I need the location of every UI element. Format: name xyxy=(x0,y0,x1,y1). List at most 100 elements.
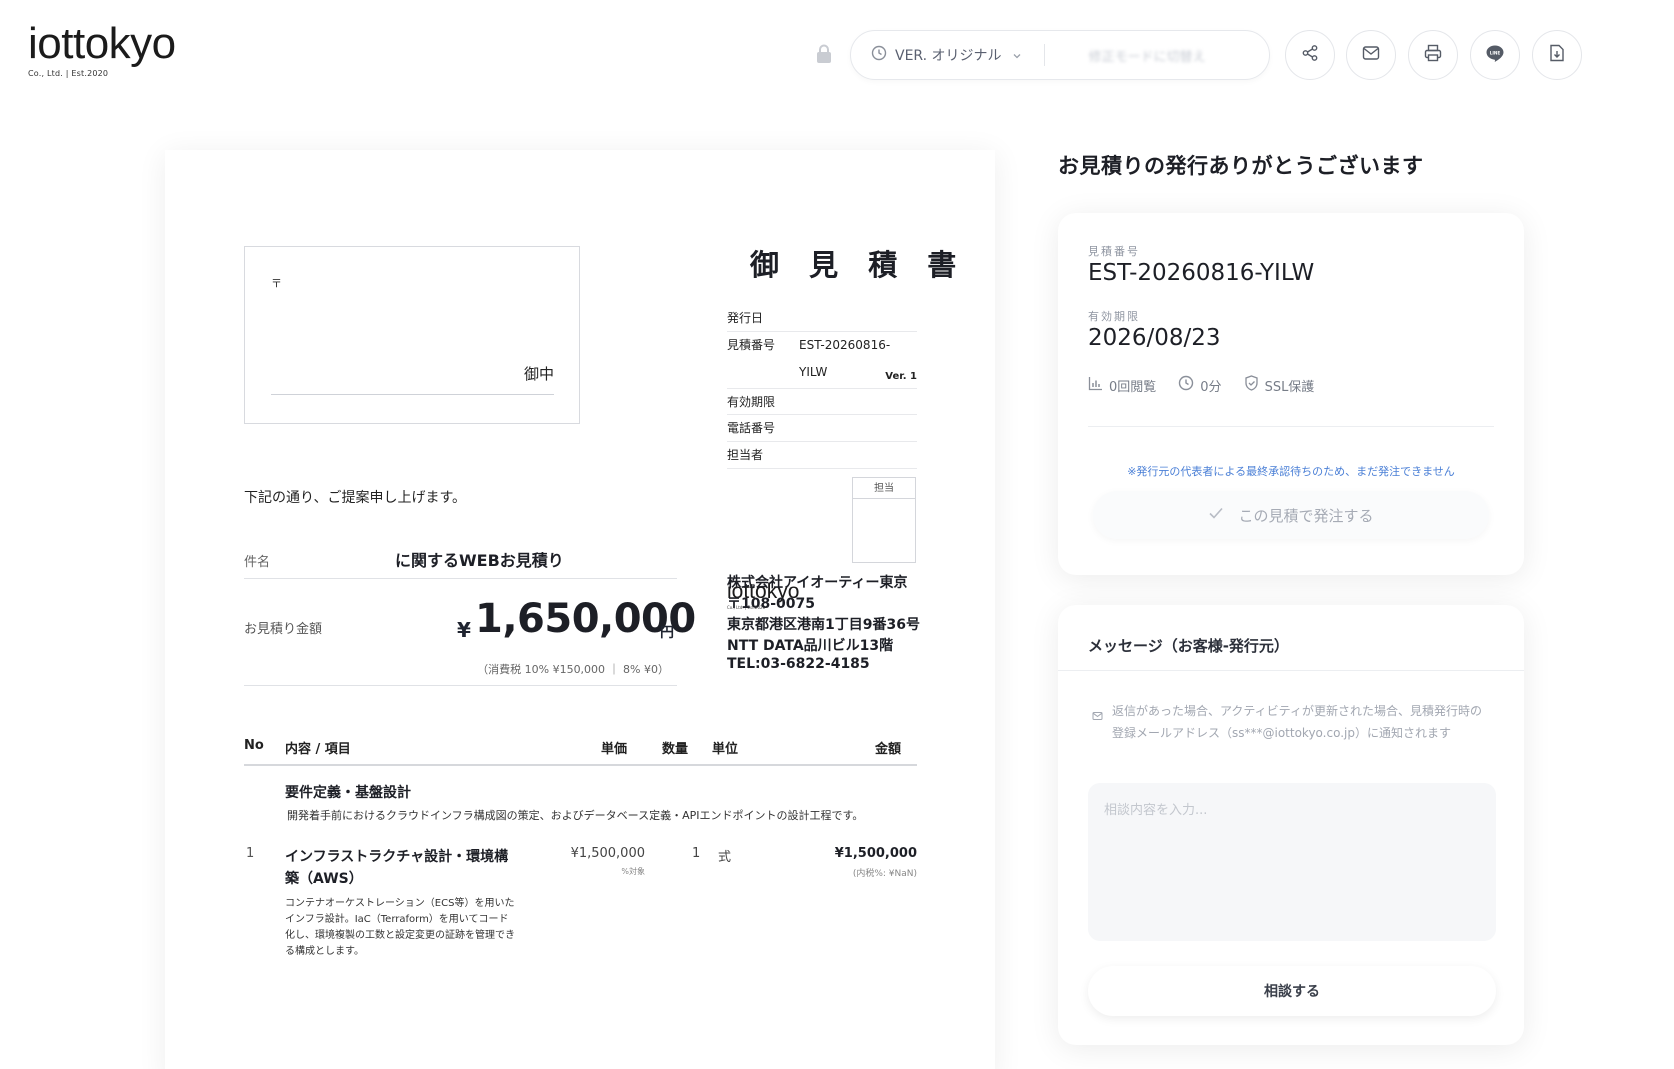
clock-icon xyxy=(871,45,887,65)
meta-person: 担当者 xyxy=(727,442,917,469)
row-number: 1 xyxy=(246,846,255,861)
summary-number-value: EST-20260816-YILW xyxy=(1088,260,1315,286)
order-button-label: この見積で発注する xyxy=(1238,506,1374,525)
row-quantity: 1 xyxy=(692,846,701,861)
line-icon: LINE xyxy=(1485,44,1505,67)
summary-divider xyxy=(1088,426,1494,427)
message-input[interactable] xyxy=(1088,783,1496,941)
th-no: No xyxy=(244,738,264,753)
company-address1: 東京都港区港南1丁目9番36号 xyxy=(727,617,920,633)
summary-valid-label: 有効期限 xyxy=(1088,310,1140,323)
recipient-honorific: 御中 xyxy=(523,365,554,383)
row-unit: 式 xyxy=(718,850,732,865)
row-unit-price: ¥1,500,000 xyxy=(570,846,645,861)
views-count: 0回閲覧 xyxy=(1109,379,1157,395)
recipient-address-box: 〒 御中 xyxy=(244,246,580,424)
subject-value: に関するWEBお見積り xyxy=(395,551,564,570)
download-icon xyxy=(1549,44,1565,66)
table-header-divider xyxy=(244,764,917,766)
postal-mark: 〒 xyxy=(271,277,282,290)
version-label: VER. オリジナル xyxy=(895,48,1002,64)
summary-number-label: 見積番号 xyxy=(1088,245,1140,258)
print-icon xyxy=(1424,44,1442,66)
row-price-tax-note: %対象 xyxy=(621,867,645,876)
time-value: 0分 xyxy=(1200,379,1222,395)
consult-button[interactable]: 相談する xyxy=(1088,966,1496,1016)
document-title: 御 見 積 書 xyxy=(750,248,967,282)
company-address2: NTT DATA品川ビル13階 xyxy=(727,638,894,654)
row-amount: ¥1,500,000 xyxy=(834,846,917,861)
meta-valid-label: 有効期限 xyxy=(727,395,776,409)
time-stat: 0分 xyxy=(1178,375,1222,395)
approval-stamp-box: 担当 xyxy=(852,477,916,563)
company-postal: 〒108-0075 xyxy=(727,596,815,612)
line-share-button[interactable]: LINE xyxy=(1470,30,1520,80)
th-total: 金額 xyxy=(875,742,902,757)
message-title: メッセージ（お客様-発行元） xyxy=(1088,637,1289,655)
message-card: メッセージ（お客様-発行元） 返信があった場合、アクティビティが更新された場合、… xyxy=(1058,605,1524,1045)
share-button[interactable] xyxy=(1285,30,1335,80)
meta-issue-date-label: 発行日 xyxy=(727,311,764,325)
summary-valid-value: 2026/08/23 xyxy=(1088,325,1221,351)
pill-divider xyxy=(1043,44,1045,66)
meta-version: Ver. 1 xyxy=(885,371,917,382)
summary-stats: 0回閲覧 0分 SSL保護 xyxy=(1088,375,1336,395)
estimate-summary-card: 見積番号 EST-20260816-YILW 有効期限 2026/08/23 0… xyxy=(1058,213,1524,575)
notification-info: 返信があった場合、アクティビティが更新された場合、見積発行時の登録メールアドレス… xyxy=(1112,704,1482,740)
meta-person-label: 担当者 xyxy=(727,448,764,462)
row-amount-tax-note: (内税%: ¥NaN) xyxy=(852,869,917,879)
edit-mode-toggle[interactable]: 修正モードに切替え xyxy=(1089,46,1206,65)
logo-text: iottokyo xyxy=(28,19,176,68)
mail-button[interactable] xyxy=(1346,30,1396,80)
brand-logo: iottokyo Co., Ltd. | Est.2020 xyxy=(28,19,176,79)
row-item-name: インフラストラクチャ設計・環境構築（AWS） xyxy=(285,849,509,887)
lock-icon xyxy=(815,44,833,64)
subject-label: 件名 xyxy=(244,555,271,570)
meta-number: 見積番号 EST-20260816-YILW xyxy=(727,332,917,379)
views-stat: 0回閲覧 xyxy=(1088,376,1156,395)
recipient-underline xyxy=(271,394,554,395)
ssl-stat: SSL保護 xyxy=(1244,375,1315,395)
ssl-label: SSL保護 xyxy=(1264,379,1315,395)
thanks-heading: お見積りの発行ありがとうございます xyxy=(1058,154,1424,178)
meta-phone: 電話番号 xyxy=(727,415,917,442)
subject-divider xyxy=(244,578,677,579)
check-icon xyxy=(1208,506,1238,524)
order-button[interactable]: この見積で発注する xyxy=(1093,491,1489,539)
amount-currency: ¥ xyxy=(457,618,471,642)
mail-icon xyxy=(1362,45,1380,65)
message-divider xyxy=(1058,670,1524,671)
shield-icon xyxy=(1244,375,1265,395)
meta-number-label: 見積番号 xyxy=(727,338,776,352)
company-name: 株式会社アイオーティー東京 xyxy=(727,575,908,591)
th-item: 内容 / 項目 xyxy=(285,742,351,757)
th-unit: 単位 xyxy=(712,742,739,757)
amount-unit: 円 xyxy=(660,625,674,641)
clock-icon xyxy=(1178,375,1200,395)
amount-divider xyxy=(244,685,677,686)
tax-breakdown: （消費税 10% ¥150,000 ｜ 8% ¥0） xyxy=(477,663,669,676)
bar-chart-icon xyxy=(1088,376,1109,395)
category-title: 要件定義・基盤設計 xyxy=(285,785,411,801)
approval-notice: ※発行元の代表者による最終承認待ちのため、まだ発注できません xyxy=(1127,465,1455,478)
amount-label: お見積り金額 xyxy=(244,622,323,637)
stamp-label: 担当 xyxy=(853,478,915,499)
meta-phone-label: 電話番号 xyxy=(727,421,776,435)
th-qty: 数量 xyxy=(662,742,689,757)
version-selector[interactable]: VER. オリジナル 修正モードに切替え xyxy=(850,30,1270,80)
share-icon xyxy=(1301,44,1319,66)
print-button[interactable] xyxy=(1408,30,1458,80)
logo-subtext: Co., Ltd. | Est.2020 xyxy=(28,69,109,78)
company-tel: TEL:03-6822-4185 xyxy=(727,656,870,672)
svg-text:LINE: LINE xyxy=(1490,50,1501,55)
row-item-description: コンテナオーケストレーション（ECS等）を用いたインフラ設計。IaC（Terra… xyxy=(285,898,515,957)
meta-valid-until: 有効期限 xyxy=(727,388,917,415)
meta-issue-date: 発行日 xyxy=(727,305,917,332)
download-button[interactable] xyxy=(1532,30,1582,80)
chevron-down-icon xyxy=(1012,46,1022,65)
mail-icon xyxy=(1092,706,1103,725)
intro-text: 下記の通り、ご提案申し上げます。 xyxy=(244,490,467,506)
estimate-document: 〒 御中 御 見 積 書 発行日 見積番号 EST-20260816-YILW … xyxy=(165,150,995,1069)
th-price: 単価 xyxy=(601,742,628,757)
category-description: 開発着手前におけるクラウドインフラ構成図の策定、およびデータベース定義・APIエ… xyxy=(287,809,864,822)
